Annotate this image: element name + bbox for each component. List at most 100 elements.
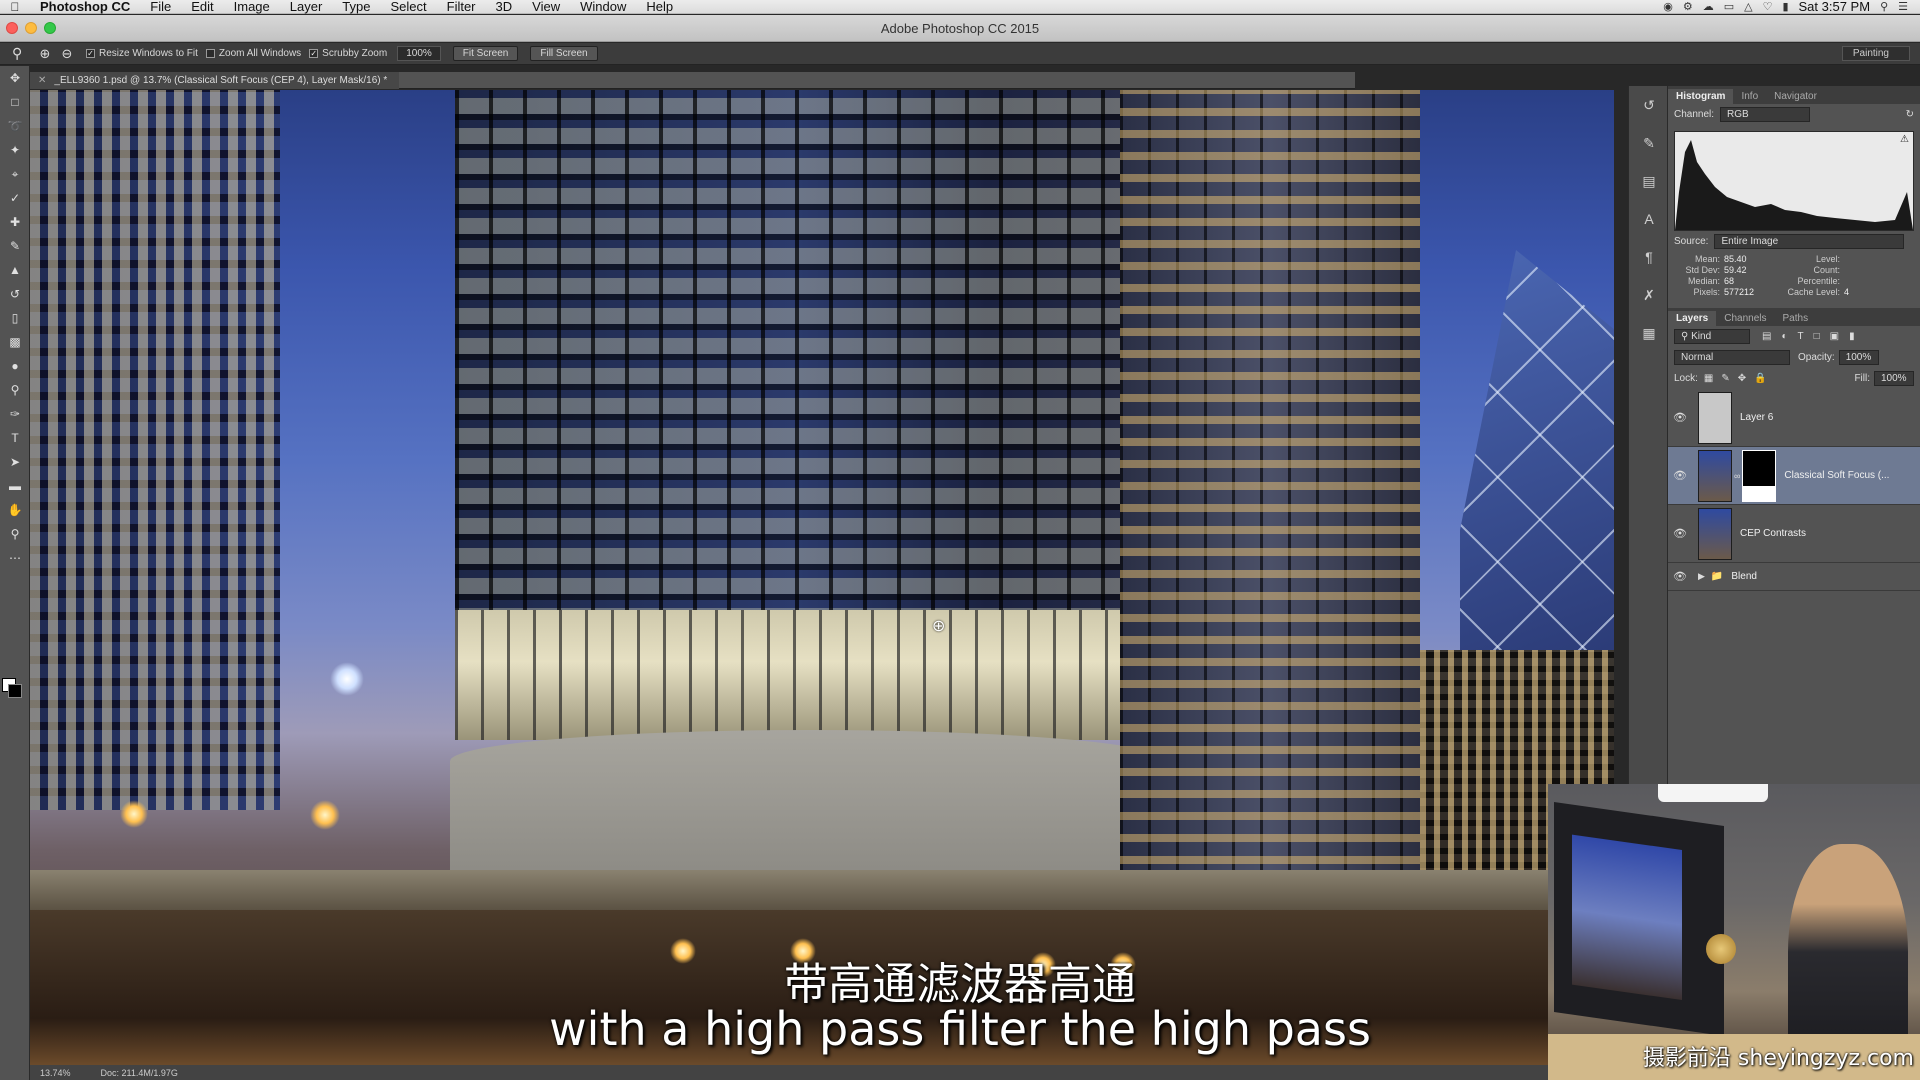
opacity-input[interactable]: 100% <box>1838 350 1879 365</box>
filter-smart-object-icon[interactable]: ▣ <box>1830 331 1839 342</box>
filter-type-icon[interactable]: T <box>1798 331 1804 342</box>
menu-app-name[interactable]: Photoshop CC <box>30 0 140 14</box>
zoom-tool-icon[interactable]: ⚲ <box>12 45 34 62</box>
visibility-eye-icon[interactable]: 👁 <box>1668 570 1692 583</box>
tools-presets-icon[interactable]: ✗ <box>1629 276 1669 314</box>
filter-adjustment-icon[interactable]: ◐ <box>1781 331 1787 342</box>
eyedropper-tool-icon[interactable]: ✓ <box>0 186 30 210</box>
brush-presets-icon[interactable]: ✎ <box>1629 124 1669 162</box>
edit-toolbar-icon[interactable]: ⋯ <box>0 546 30 570</box>
minimize-window-button[interactable] <box>25 22 37 34</box>
filter-shape-icon[interactable]: □ <box>1814 331 1820 342</box>
blend-mode-select[interactable]: Normal <box>1674 350 1790 365</box>
refresh-icon[interactable]: ↻ <box>1906 109 1914 120</box>
path-selection-tool-icon[interactable]: ➤ <box>0 450 30 474</box>
layer-comps-icon[interactable]: ▤ <box>1629 162 1669 200</box>
tab-layers[interactable]: Layers <box>1668 311 1717 326</box>
properties-icon[interactable]: ▦ <box>1629 314 1669 352</box>
eraser-tool-icon[interactable]: ▯ <box>0 306 30 330</box>
pen-tool-icon[interactable]: ✑ <box>0 402 30 426</box>
menu-select[interactable]: Select <box>380 0 436 14</box>
zoom-in-icon[interactable]: ⊕ <box>34 46 56 62</box>
lock-transparent-icon[interactable]: ▦ <box>1704 373 1713 384</box>
fit-screen-button[interactable]: Fit Screen <box>452 46 519 61</box>
magic-wand-tool-icon[interactable]: ✦ <box>0 138 30 162</box>
layer-row-cep-contrasts[interactable]: 👁 CEP Contrasts <box>1668 505 1920 563</box>
marquee-tool-icon[interactable]: □ <box>0 90 30 114</box>
display-icon[interactable]: ▭ <box>1724 0 1734 13</box>
background-color-swatch[interactable] <box>8 684 22 698</box>
zoom-all-windows-checkbox[interactable]: Zoom All Windows <box>205 48 301 59</box>
layer-row-classical-soft-focus[interactable]: 👁 ∞ Classical Soft Focus (... <box>1668 447 1920 505</box>
fill-screen-button[interactable]: Fill Screen <box>530 46 598 61</box>
type-tool-icon[interactable]: T <box>0 426 30 450</box>
tab-histogram[interactable]: Histogram <box>1668 89 1734 104</box>
dodge-tool-icon[interactable]: ⚲ <box>0 378 30 402</box>
layer-name[interactable]: Layer 6 <box>1740 412 1773 423</box>
layer-row-layer-6[interactable]: 👁 Layer 6 <box>1668 389 1920 447</box>
layer-name[interactable]: Blend <box>1731 571 1757 582</box>
lock-pixels-icon[interactable]: ✎ <box>1721 373 1729 384</box>
menu-3d[interactable]: 3D <box>486 0 523 14</box>
gradient-tool-icon[interactable]: ▩ <box>0 330 30 354</box>
lock-all-icon[interactable]: 🔒 <box>1754 373 1766 384</box>
resize-windows-checkbox[interactable]: ✓ Resize Windows to Fit <box>86 48 198 59</box>
zoom-100-button[interactable]: 100% <box>397 46 441 61</box>
tab-paths[interactable]: Paths <box>1775 311 1817 326</box>
channel-select[interactable]: RGB <box>1720 107 1811 122</box>
menu-view[interactable]: View <box>522 0 570 14</box>
crop-tool-icon[interactable]: ⌖ <box>0 162 30 186</box>
history-icon[interactable]: ↺ <box>1629 86 1669 124</box>
clone-stamp-tool-icon[interactable]: ▲ <box>0 258 30 282</box>
menu-image[interactable]: Image <box>224 0 280 14</box>
menu-help[interactable]: Help <box>636 0 683 14</box>
close-icon[interactable]: ✕ <box>38 75 46 86</box>
paragraph-icon[interactable]: ¶ <box>1629 238 1669 276</box>
move-tool-icon[interactable]: ✥ <box>0 66 30 90</box>
layer-name[interactable]: Classical Soft Focus (... <box>1784 470 1889 481</box>
menu-window[interactable]: Window <box>570 0 636 14</box>
scrubby-zoom-checkbox[interactable]: ✓ Scrubby Zoom <box>309 48 387 59</box>
layer-row-blend-group[interactable]: 👁 ▶ 📁 Blend <box>1668 563 1920 591</box>
hand-tool-icon[interactable]: ✋ <box>0 498 30 522</box>
blur-tool-icon[interactable]: ● <box>0 354 30 378</box>
battery-icon[interactable]: ▮ <box>1782 0 1788 13</box>
document-canvas[interactable]: ⊕ <box>30 90 1614 1065</box>
close-window-button[interactable] <box>6 22 18 34</box>
status-zoom[interactable]: 13.74% <box>40 1068 71 1078</box>
record-icon[interactable]: ◉ <box>1663 0 1673 13</box>
wifi-icon[interactable]: ♡ <box>1763 0 1773 13</box>
zoom-out-icon[interactable]: ⊖ <box>56 46 78 62</box>
creative-cloud-icon[interactable]: ☁ <box>1703 0 1714 13</box>
notification-center-icon[interactable]: ☰ <box>1898 0 1908 13</box>
menu-file[interactable]: File <box>140 0 181 14</box>
document-tab[interactable]: ✕ _ELL9360 1.psd @ 13.7% (Classical Soft… <box>30 71 400 89</box>
rectangle-tool-icon[interactable]: ▬ <box>0 474 30 498</box>
tab-info[interactable]: Info <box>1733 89 1766 104</box>
fill-input[interactable]: 100% <box>1874 371 1914 386</box>
spotlight-search-icon[interactable]: ⚲ <box>1880 0 1888 13</box>
maximize-window-button[interactable] <box>44 22 56 34</box>
airplay-icon[interactable]: △ <box>1744 0 1752 13</box>
workspace-select[interactable]: Painting <box>1841 46 1910 61</box>
tab-channels[interactable]: Channels <box>1716 311 1774 326</box>
character-icon[interactable]: A <box>1629 200 1669 238</box>
layer-mask-thumbnail[interactable] <box>1742 449 1777 502</box>
history-brush-tool-icon[interactable]: ↺ <box>0 282 30 306</box>
status-doc-size[interactable]: Doc: 211.4M/1.97G <box>101 1068 178 1078</box>
apple-icon[interactable]:  <box>0 0 30 14</box>
filter-pixel-icon[interactable]: ▤ <box>1762 331 1771 342</box>
source-select[interactable]: Entire Image <box>1714 234 1905 249</box>
visibility-eye-icon[interactable]: 👁 <box>1668 527 1692 540</box>
menu-edit[interactable]: Edit <box>181 0 223 14</box>
gear-icon[interactable]: ⚙ <box>1683 0 1693 13</box>
tab-navigator[interactable]: Navigator <box>1766 89 1825 104</box>
healing-brush-tool-icon[interactable]: ✚ <box>0 210 30 234</box>
visibility-eye-icon[interactable]: 👁 <box>1668 469 1692 482</box>
menu-type[interactable]: Type <box>332 0 380 14</box>
zoom-tool-icon[interactable]: ⚲ <box>0 522 30 546</box>
filter-toggle-icon[interactable]: ▮ <box>1849 331 1855 342</box>
lasso-tool-icon[interactable]: ➰ <box>0 114 30 138</box>
visibility-eye-icon[interactable]: 👁 <box>1668 411 1692 424</box>
menu-layer[interactable]: Layer <box>280 0 333 14</box>
